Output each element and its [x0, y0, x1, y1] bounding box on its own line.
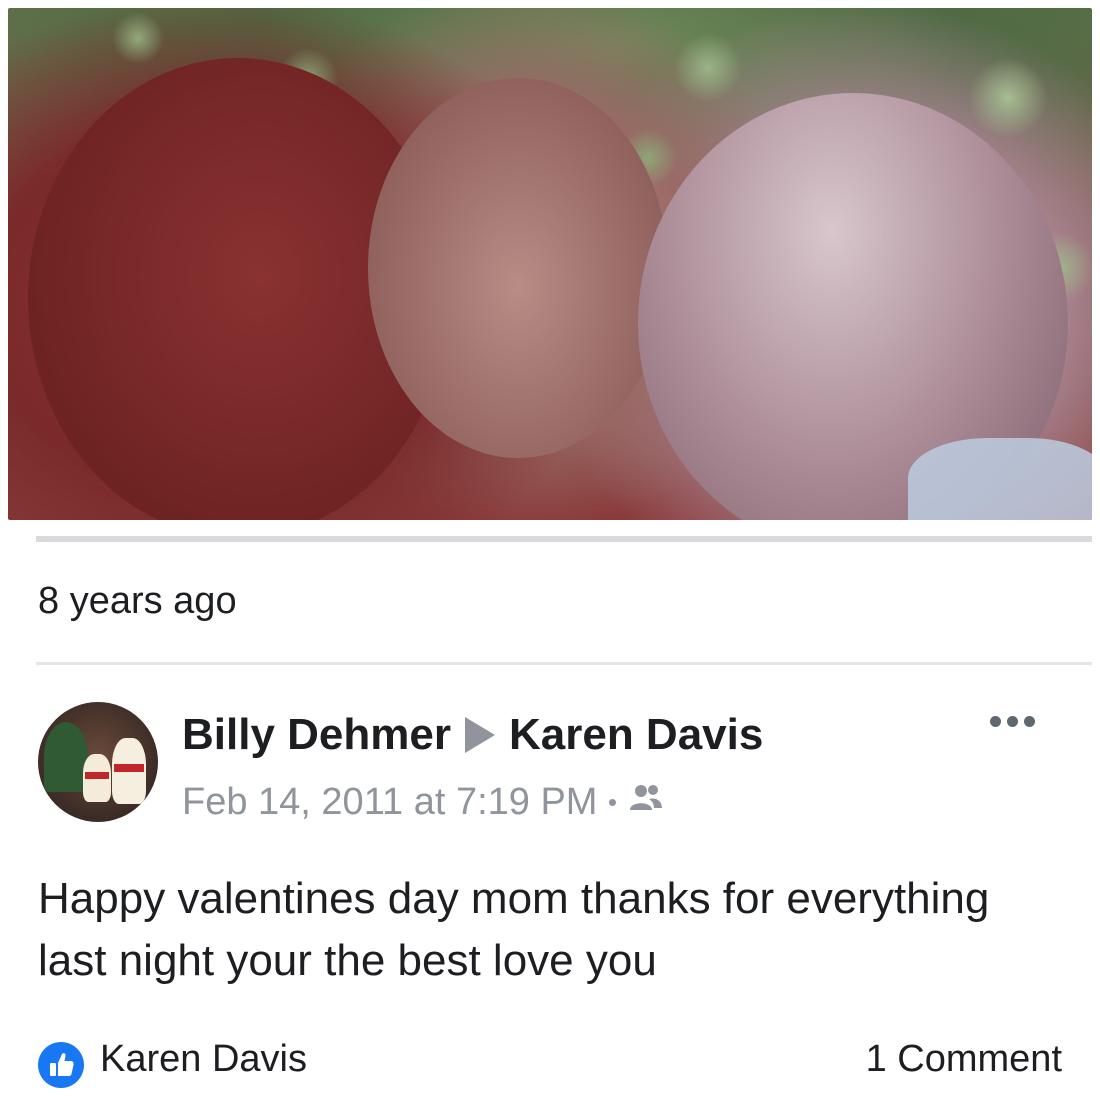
post-text: Happy valentines day mom thanks for ever…: [38, 874, 990, 985]
triangle-right-icon: [464, 717, 495, 753]
comment-count[interactable]: 1 Comment: [866, 1038, 1062, 1081]
reaction-names[interactable]: Karen Davis: [100, 1038, 307, 1081]
post-meta: Feb 14, 2011 at 7:19 PM: [182, 778, 664, 826]
avatar-bow: [114, 764, 144, 772]
like-icon[interactable]: [38, 1042, 84, 1088]
memory-photo[interactable]: [8, 8, 1092, 520]
post-header: Billy Dehmer Karen Davis: [182, 706, 763, 764]
post-timestamp[interactable]: Feb 14, 2011 at 7:19 PM: [182, 781, 597, 824]
more-dot: [1024, 716, 1035, 727]
more-dot: [990, 716, 1001, 727]
author-name[interactable]: Billy Dehmer: [182, 710, 451, 760]
photo-person-center: [368, 78, 668, 458]
photo-shirt: [908, 438, 1092, 520]
avatar[interactable]: [38, 702, 158, 822]
memory-screen: 8 years ago Billy Dehmer Karen Davis Feb…: [0, 0, 1100, 1100]
divider: [36, 662, 1092, 665]
recipient-name[interactable]: Karen Davis: [509, 710, 763, 760]
more-options-icon[interactable]: [990, 716, 1035, 727]
divider: [36, 536, 1092, 542]
friends-icon[interactable]: [628, 781, 664, 824]
separator-dot: [609, 798, 617, 806]
avatar-tree: [44, 722, 88, 792]
more-dot: [1007, 716, 1018, 727]
avatar-bow-small: [85, 772, 109, 779]
memory-time-ago: 8 years ago: [38, 580, 237, 622]
